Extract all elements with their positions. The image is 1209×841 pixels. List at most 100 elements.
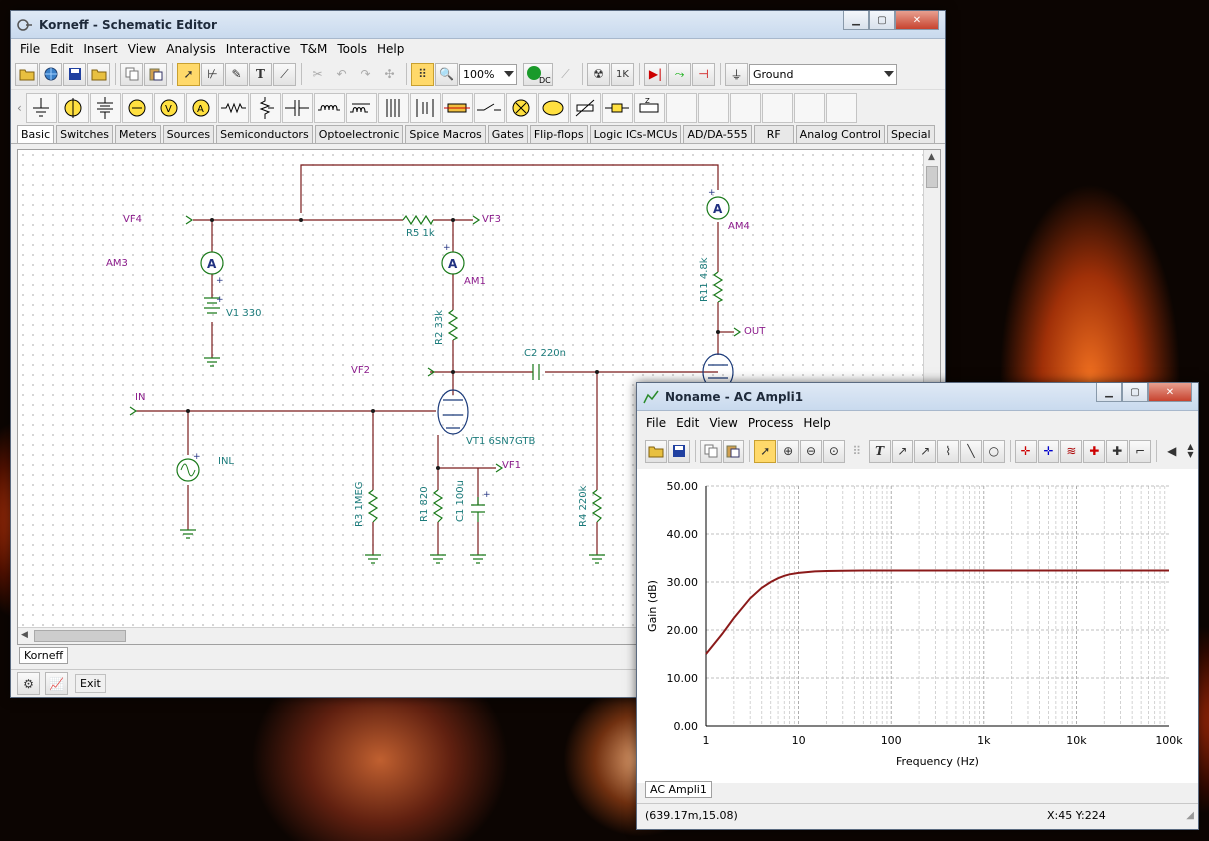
battery-icon[interactable] [89, 92, 121, 123]
plot-close-button[interactable]: ✕ [1148, 383, 1192, 402]
tab-adda[interactable]: AD/DA-555 [683, 125, 752, 143]
editor-titlebar[interactable]: Korneff - Schematic Editor ▁ ▢ ✕ [11, 11, 945, 39]
plot-save-icon[interactable] [667, 439, 690, 463]
fault-icon[interactable]: ⤳ [668, 62, 691, 86]
bulb-icon[interactable] [537, 92, 569, 123]
empty-slot[interactable] [729, 92, 761, 123]
ground-component-icon[interactable] [25, 92, 57, 123]
lamp-icon[interactable] [505, 92, 537, 123]
vertical-scroll-thumb[interactable] [926, 166, 938, 188]
tab-spice-macros[interactable]: Spice Macros [405, 125, 486, 143]
menu-file[interactable]: File [15, 42, 45, 56]
plot-minimize-button[interactable]: ▁ [1096, 383, 1122, 402]
line-tool-icon[interactable]: ╲ [960, 439, 982, 463]
bode-chart[interactable]: 0.00 10.00 20.00 30.00 40.00 50.00 1 10 100 1k 10k… [637, 469, 1198, 783]
toolbar-scroll-updown-icon[interactable]: ▲ ▼ [1184, 440, 1197, 463]
tab-analog-control[interactable]: Analog Control [795, 125, 885, 143]
minimize-button[interactable]: ▁ [843, 11, 869, 30]
plot-titlebar[interactable]: Noname - AC Ampli1 ▁ ▢ ✕ [637, 383, 1198, 411]
tab-switches[interactable]: Switches [56, 125, 113, 143]
empty-slot[interactable] [697, 92, 729, 123]
plot-grid-icon[interactable]: ⠿ [846, 440, 868, 463]
save-icon[interactable] [63, 62, 86, 86]
select-pointer-icon[interactable]: ➚ [177, 62, 200, 86]
plot-menu-view[interactable]: View [704, 416, 742, 430]
open-icon[interactable] [15, 62, 38, 86]
impedance-icon[interactable]: Z [633, 92, 665, 123]
resize-grip-icon[interactable]: ◢ [1186, 810, 1194, 821]
tab-meters[interactable]: Meters [115, 125, 161, 143]
wire-tool-icon[interactable]: ⊬ [201, 62, 224, 86]
exit-button[interactable]: Exit [75, 674, 106, 693]
probe-marker-icon[interactable]: ✚ [1106, 439, 1129, 463]
grid-toggle-icon[interactable]: ⠿ [411, 62, 434, 86]
analyzer-icon[interactable]: ☢ [587, 62, 610, 86]
resistor-icon[interactable] [217, 92, 249, 123]
empty-slot[interactable] [793, 92, 825, 123]
horizontal-scroll-thumb[interactable] [34, 630, 126, 642]
pen-icon[interactable]: ✎ [225, 62, 248, 86]
empty-slot[interactable] [761, 92, 793, 123]
cursor-a-icon[interactable]: ↗ [891, 439, 914, 463]
text-tool-icon[interactable]: T [249, 62, 272, 86]
ammeter-icon[interactable]: A [185, 92, 217, 123]
marker-b-icon[interactable]: ✛ [1037, 439, 1060, 463]
thermistor-icon[interactable] [569, 92, 601, 123]
zoom-in-icon[interactable]: ⊕ [777, 439, 800, 463]
paste-icon[interactable] [144, 62, 167, 86]
measure-icon[interactable]: ⟋ [273, 62, 296, 86]
current-source-icon[interactable] [121, 92, 153, 123]
zoom-fit-icon[interactable]: ⊙ [822, 439, 845, 463]
zoom-select[interactable]: 100% [459, 63, 517, 85]
cut-icon[interactable]: ✂ [306, 63, 329, 86]
plot-open-icon[interactable] [645, 439, 667, 463]
tab-basic[interactable]: Basic [17, 125, 55, 143]
close-button[interactable]: ✕ [895, 11, 939, 30]
menu-view[interactable]: View [123, 42, 161, 56]
tab-sources[interactable]: Sources [162, 125, 215, 143]
zoom-icon[interactable]: 🔍 [435, 62, 458, 86]
globe-icon[interactable] [39, 62, 62, 86]
plot-pointer-icon[interactable]: ➚ [754, 439, 777, 463]
toolbar-scroll-left-icon[interactable]: ◀ [1161, 440, 1183, 463]
tab-flip-flops[interactable]: Flip-flops [529, 125, 588, 143]
transformer-icon[interactable] [377, 92, 409, 123]
redo-icon[interactable]: ↷ [354, 63, 377, 86]
marker-icon[interactable]: ⊣ [692, 62, 715, 86]
plot-maximize-button[interactable]: ▢ [1122, 383, 1148, 402]
slope-icon[interactable]: ⌇ [937, 439, 960, 463]
plot-menu-process[interactable]: Process [743, 416, 799, 430]
crystal-icon[interactable] [601, 92, 633, 123]
coupled-inductor-icon[interactable] [345, 92, 377, 123]
step-icon[interactable]: ⌐ [1129, 439, 1151, 463]
scroll-left-icon[interactable]: ‹ [17, 101, 22, 115]
empty-slot[interactable] [825, 92, 857, 123]
plot-text-icon[interactable]: T [868, 439, 891, 463]
tab-gates[interactable]: Gates [487, 125, 528, 143]
ground-place-icon[interactable]: ⏚ [725, 62, 748, 86]
plot-menu-help[interactable]: Help [798, 416, 835, 430]
plot-paste-icon[interactable] [722, 439, 745, 463]
plot-menu-edit[interactable]: Edit [671, 416, 704, 430]
tab-logic-ics[interactable]: Logic ICs-MCUs [589, 125, 682, 143]
voltage-source-icon[interactable] [57, 92, 89, 123]
tab-optoelectronic[interactable]: Optoelectronic [314, 125, 404, 143]
menu-interactive[interactable]: Interactive [221, 42, 296, 56]
menu-edit[interactable]: Edit [45, 42, 78, 56]
capacitor-icon[interactable] [281, 92, 313, 123]
menu-analysis[interactable]: Analysis [161, 42, 220, 56]
scroll-up-icon[interactable]: ▲ [928, 152, 935, 162]
plot-copy-icon[interactable] [699, 439, 722, 463]
circle-tool-icon[interactable]: ○ [982, 439, 1005, 463]
folder-edit-icon[interactable] [87, 62, 110, 86]
plot-tab-ac-ampli1[interactable]: AC Ampli1 [645, 781, 712, 798]
zoom-out-icon[interactable]: ⊖ [800, 439, 822, 463]
menu-tm[interactable]: T&M [295, 42, 332, 56]
curves-icon[interactable]: ≋ [1060, 439, 1083, 463]
tab-rf[interactable]: RF [753, 125, 794, 143]
junction-icon[interactable]: ✣ [378, 63, 401, 86]
transformer2-icon[interactable] [409, 92, 441, 123]
fuse-icon[interactable] [441, 92, 473, 123]
marker-a-icon[interactable]: ✛ [1014, 439, 1037, 463]
schematic-mode-icon[interactable]: ⚙ [17, 672, 40, 695]
